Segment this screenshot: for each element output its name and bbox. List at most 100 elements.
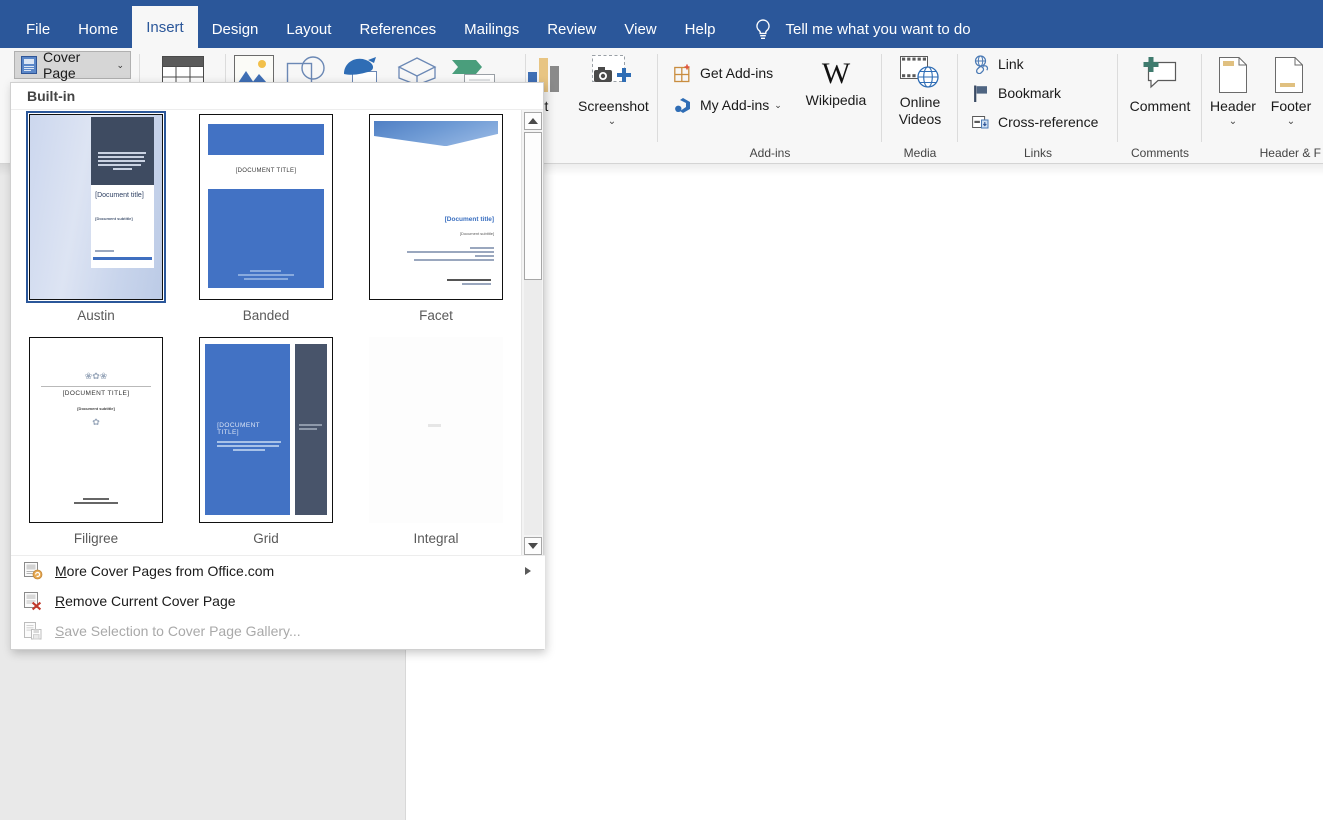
scroll-up-button[interactable] <box>524 112 542 130</box>
link-label: Link <box>998 56 1024 72</box>
tab-home[interactable]: Home <box>64 10 132 48</box>
footer-icon[interactable] <box>1274 56 1304 99</box>
thumbnail-grid-title: [DOCUMENT TITLE] <box>217 422 260 437</box>
gallery-caption-facet: Facet <box>419 308 453 323</box>
gallery-caption-grid: Grid <box>253 531 279 546</box>
group-label-add-ins: Add-ins <box>749 146 791 160</box>
tab-help[interactable]: Help <box>671 10 730 48</box>
menu-item-more-cover-pages-label: ore Cover Pages from Office.com <box>66 563 275 579</box>
gallery-row: [Document title] [Document subtitle] Aus… <box>11 110 523 333</box>
screenshot-chevron-down-icon: ⌄ <box>607 116 617 127</box>
chevron-down-icon: ⌄ <box>116 59 124 70</box>
ribbon-group-add-ins: Get Add-ins My Add-ins ⌄ W Wikipedia Add… <box>658 48 882 164</box>
gallery-scrollbar[interactable] <box>521 110 543 557</box>
link-button[interactable]: Link <box>972 51 1024 77</box>
tab-review[interactable]: Review <box>533 10 610 48</box>
tab-layout[interactable]: Layout <box>272 10 345 48</box>
triangle-up-icon <box>528 118 538 124</box>
thumbnail-banded: [DOCUMENT TITLE] <box>199 114 333 300</box>
submenu-arrow-icon <box>525 567 531 575</box>
header-chevron-down-icon: ⌄ <box>1228 116 1238 127</box>
gallery-section-header: Built-in <box>11 83 543 110</box>
bookmark-flag-icon <box>972 84 991 103</box>
menu-item-more-cover-pages[interactable]: More Cover Pages from Office.com <box>11 556 545 586</box>
screenshot-icon[interactable] <box>584 54 636 99</box>
tab-mailings[interactable]: Mailings <box>450 10 533 48</box>
wikipedia-button[interactable]: W Wikipedia <box>796 56 876 109</box>
tell-me-placeholder: Tell me what you want to do <box>785 20 971 38</box>
gallery-item-austin[interactable]: [Document title] [Document subtitle] Aus… <box>11 110 181 333</box>
online-videos-label-line1: Online <box>899 94 941 110</box>
gallery-caption-banded: Banded <box>242 308 290 323</box>
thumbnail-banded-title: [DOCUMENT TITLE] <box>235 168 297 175</box>
gallery-item-grid[interactable]: [DOCUMENT TITLE] Grid <box>181 333 351 556</box>
online-videos-icon[interactable] <box>900 56 942 95</box>
thumbnail-facet-subtitle: [Document subtitle] <box>459 230 495 236</box>
tab-references[interactable]: References <box>345 10 450 48</box>
tab-home-label: Home <box>78 20 119 38</box>
ribbon-group-media: Online Videos Media <box>882 48 958 164</box>
cover-page-dropdown: Built-in [Document title] [Document subt… <box>10 82 545 650</box>
thumbnail-austin-subtitle: [Document subtitle] <box>95 216 133 222</box>
cover-page-button[interactable]: Cover Page ⌄ <box>14 49 131 81</box>
my-add-ins-label: My Add-ins <box>700 97 770 113</box>
gallery-caption-filigree: Filigree <box>73 531 119 546</box>
gallery-row: ❀✿❀ [DOCUMENT TITLE] [Document subtitle]… <box>11 333 523 556</box>
header-icon[interactable] <box>1218 56 1248 99</box>
save-to-gallery-icon <box>23 621 43 641</box>
menu-item-remove-current-cover-page[interactable]: Remove Current Cover Page <box>11 586 545 616</box>
filigree-ornament-top-icon: ❀✿❀ <box>84 371 108 382</box>
thumbnail-austin-title: [Document title] <box>95 191 144 199</box>
my-add-ins-chevron-down-icon: ⌄ <box>774 99 782 110</box>
thumbnail-grid: [DOCUMENT TITLE] <box>199 337 333 523</box>
group-label-comments: Comments <box>1130 146 1189 160</box>
ribbon-group-links: Link Bookmark Cross-reference Links <box>958 48 1118 164</box>
get-add-ins-button[interactable]: Get Add-ins <box>674 60 773 86</box>
gallery-item-banded[interactable]: [DOCUMENT TITLE] Banded <box>181 110 351 333</box>
wikipedia-label: Wikipedia <box>805 92 867 108</box>
cross-reference-button[interactable]: Cross-reference <box>972 109 1098 135</box>
scroll-down-button[interactable] <box>524 537 542 555</box>
thumbnail-integral <box>369 337 503 523</box>
tab-insert-label: Insert <box>146 18 184 36</box>
tell-me-search[interactable]: Tell me what you want to do <box>752 10 971 48</box>
word-window: File Home Insert Design Layout Reference… <box>0 0 1323 820</box>
filigree-ornament-bottom-icon: ✿ <box>92 417 100 428</box>
scrollbar-thumb[interactable] <box>524 132 542 280</box>
get-add-ins-label: Get Add-ins <box>700 65 774 81</box>
gallery-item-filigree[interactable]: ❀✿❀ [DOCUMENT TITLE] [Document subtitle]… <box>11 333 181 556</box>
link-icon <box>972 54 991 74</box>
more-from-office-icon <box>23 561 43 581</box>
wikipedia-icon: W <box>821 57 851 90</box>
tab-file[interactable]: File <box>12 10 64 48</box>
my-add-ins-button[interactable]: My Add-ins ⌄ <box>674 92 782 118</box>
gallery-caption-integral: Integral <box>413 531 459 546</box>
ribbon-group-charts-screenshot: art Screenshot ⌄ <box>526 48 658 164</box>
menu-item-more-cover-pages-accel: M <box>55 563 67 579</box>
tab-design[interactable]: Design <box>198 10 273 48</box>
ribbon-group-comments: Comment Comments <box>1118 48 1202 164</box>
new-comment-icon[interactable] <box>1140 56 1180 97</box>
ribbon-tab-bar: File Home Insert Design Layout Reference… <box>0 0 1323 48</box>
tab-view[interactable]: View <box>610 10 670 48</box>
remove-cover-page-icon <box>23 591 43 611</box>
get-addins-icon <box>674 64 693 83</box>
menu-item-save-accel: S <box>55 623 65 639</box>
cross-reference-icon <box>972 113 991 132</box>
tab-review-label: Review <box>547 20 597 38</box>
footer-chevron-down-icon: ⌄ <box>1286 116 1296 127</box>
gallery-item-facet[interactable]: [Document title] [Document subtitle] Fac… <box>351 110 521 333</box>
tab-view-label: View <box>624 20 657 38</box>
gallery-caption-austin: Austin <box>77 308 115 323</box>
tab-insert[interactable]: Insert <box>132 6 198 48</box>
menu-item-save-selection-to-gallery: Save Selection to Cover Page Gallery... <box>11 616 545 646</box>
menu-item-save-selection-label: ave Selection to Cover Page Gallery... <box>64 623 301 639</box>
my-addins-icon <box>674 96 693 115</box>
tab-help-label: Help <box>684 20 716 38</box>
bookmark-button[interactable]: Bookmark <box>972 80 1061 106</box>
gallery-item-integral[interactable]: Integral <box>351 333 521 556</box>
thumbnail-filigree-title: [DOCUMENT TITLE] <box>62 389 130 397</box>
bookmark-label: Bookmark <box>998 85 1062 101</box>
tab-layout-label: Layout <box>286 20 332 38</box>
lightbulb-icon <box>752 17 774 41</box>
